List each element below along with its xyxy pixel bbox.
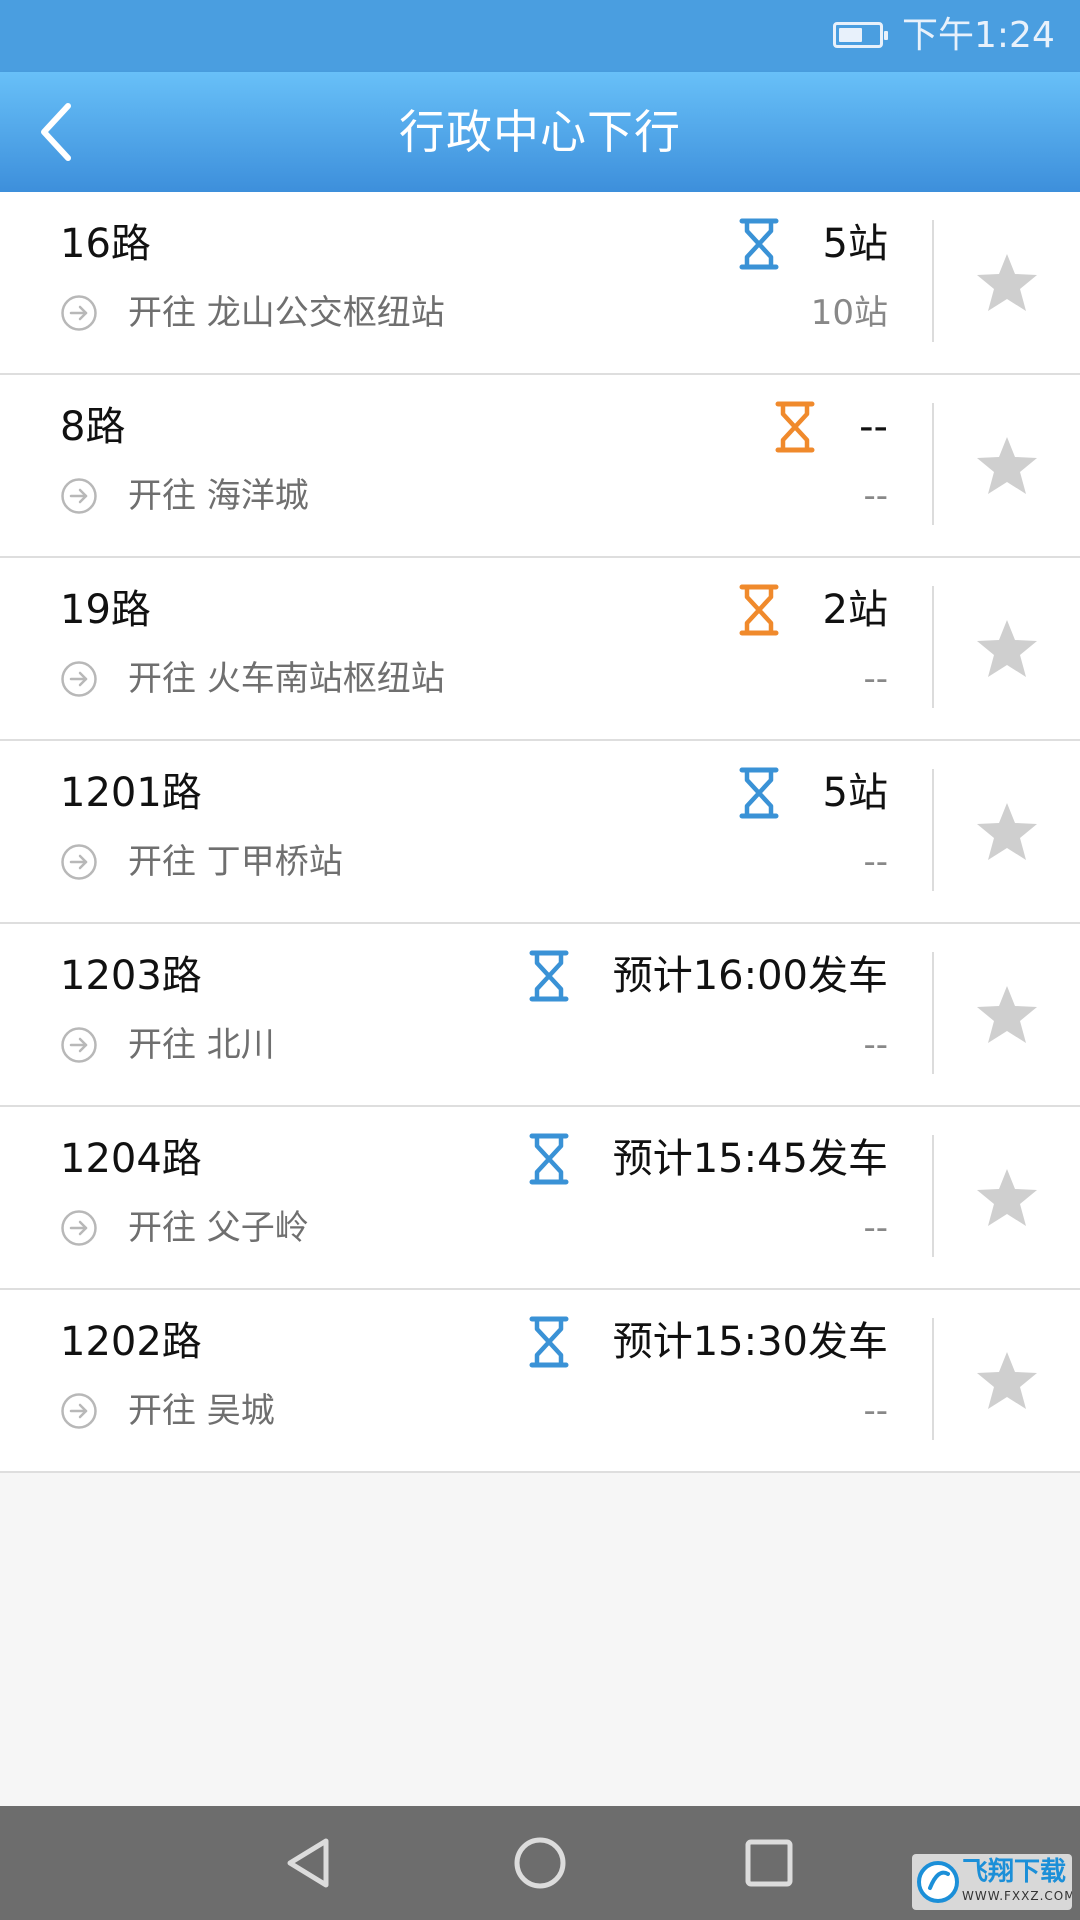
arrow-right-circle-icon xyxy=(61,295,97,331)
route-name: 1204路 xyxy=(60,1136,202,1182)
distance-text: -- xyxy=(863,842,888,882)
destination-text: 开往 父子岭 xyxy=(128,1208,309,1248)
page-title: 行政中心下行 xyxy=(399,105,681,159)
star-icon xyxy=(977,1169,1037,1226)
nav-home-button[interactable] xyxy=(510,1833,570,1893)
eta-text: 5站 xyxy=(822,770,888,816)
distance-text: -- xyxy=(863,1391,888,1431)
arrival-status: 预计16:00发车 xyxy=(527,946,888,1006)
watermark-title: 飞翔下载 xyxy=(962,1857,1067,1887)
route-name: 8路 xyxy=(60,404,126,450)
arrow-right-circle-icon xyxy=(61,1027,97,1063)
route-row[interactable]: 8路 开往 海洋城 -- -- xyxy=(0,375,1080,558)
route-row[interactable]: 1202路开往 吴城 预计15:30发车 -- xyxy=(0,1290,1080,1473)
destination-text: 开往 龙山公交枢纽站 xyxy=(128,293,445,333)
circle-home-icon xyxy=(514,1837,566,1889)
destination-text: 开往 火车南站枢纽站 xyxy=(128,659,445,699)
vertical-divider xyxy=(932,952,934,1074)
route-row[interactable]: 1204路开往 父子岭 预计15:45发车 -- xyxy=(0,1107,1080,1290)
destination-text: 开往 丁甲桥站 xyxy=(128,842,343,882)
nav-recents-button[interactable] xyxy=(739,1833,799,1893)
app-header: 行政中心下行 xyxy=(0,72,1080,192)
arrival-status: 预计15:30发车 xyxy=(527,1312,888,1372)
route-name: 1203路 xyxy=(60,953,202,999)
favorite-button[interactable] xyxy=(975,618,1039,680)
route-name: 1202路 xyxy=(60,1319,202,1365)
vertical-divider xyxy=(932,220,934,342)
watermark-logo-icon xyxy=(917,1861,959,1903)
destination-text: 开往 海洋城 xyxy=(128,476,309,516)
star-icon xyxy=(977,986,1037,1043)
vertical-divider xyxy=(932,1318,934,1440)
favorite-button[interactable] xyxy=(975,435,1039,497)
distance-text: -- xyxy=(863,1208,888,1248)
arrow-right-circle-icon xyxy=(61,1210,97,1246)
star-icon xyxy=(977,437,1037,494)
route-row[interactable]: 1203路开往 北川 预计16:00发车 -- xyxy=(0,924,1080,1107)
watermark: 飞翔下载 WWW.FXXZ.COM xyxy=(912,1854,1072,1910)
vertical-divider xyxy=(932,586,934,708)
destination-text: 开往 吴城 xyxy=(128,1391,275,1431)
favorite-button[interactable] xyxy=(975,1167,1039,1229)
square-recents-icon xyxy=(745,1839,793,1887)
hourglass-icon xyxy=(529,1133,569,1185)
route-name: 19路 xyxy=(60,587,151,633)
hourglass-icon xyxy=(529,1316,569,1368)
arrival-status: 5站 xyxy=(737,214,888,274)
route-list: 16路 开往 龙山公交枢纽站 5站 10站 8路 开往 海洋城 -- -- 19路 开往 火车南站… xyxy=(0,192,1080,1473)
vertical-divider xyxy=(932,1135,934,1257)
eta-text: 预计15:30发车 xyxy=(612,1319,888,1365)
arrival-status: -- xyxy=(773,397,888,457)
arrival-status: 5站 xyxy=(737,763,888,823)
chevron-left-icon xyxy=(41,103,71,161)
route-name: 1201路 xyxy=(60,770,202,816)
battery-icon xyxy=(833,22,888,48)
status-bar: 下午1:24 xyxy=(0,0,1080,72)
distance-text: -- xyxy=(863,476,888,516)
arrow-right-circle-icon xyxy=(61,844,97,880)
route-row[interactable]: 1201路开往 丁甲桥站 5站 -- xyxy=(0,741,1080,924)
eta-text: 预计15:45发车 xyxy=(612,1136,888,1182)
hourglass-icon xyxy=(529,950,569,1002)
distance-text: -- xyxy=(863,659,888,699)
vertical-divider xyxy=(932,769,934,891)
distance-text: 10站 xyxy=(810,293,888,333)
arrival-status: 预计15:45发车 xyxy=(527,1129,888,1189)
eta-text: 2站 xyxy=(822,587,888,633)
triangle-back-icon xyxy=(287,1838,329,1888)
hourglass-icon xyxy=(739,584,779,636)
route-row[interactable]: 16路开往 龙山公交枢纽站 5站 10站 xyxy=(0,192,1080,375)
arrival-status: 2站 xyxy=(737,580,888,640)
favorite-button[interactable] xyxy=(975,1350,1039,1412)
route-row[interactable]: 19路开往 火车南站枢纽站 2站 -- xyxy=(0,558,1080,741)
favorite-button[interactable] xyxy=(975,984,1039,1046)
destination-text: 开往 北川 xyxy=(128,1025,275,1065)
star-icon xyxy=(977,803,1037,860)
arrow-right-circle-icon xyxy=(61,1393,97,1429)
nav-back-button[interactable] xyxy=(280,1833,340,1893)
distance-text: -- xyxy=(863,1025,888,1065)
vertical-divider xyxy=(932,403,934,525)
hourglass-icon xyxy=(775,401,815,453)
status-time: 下午1:24 xyxy=(902,15,1055,56)
hourglass-icon xyxy=(739,767,779,819)
eta-text: 预计16:00发车 xyxy=(612,953,888,999)
arrow-right-circle-icon xyxy=(61,478,97,514)
watermark-url: WWW.FXXZ.COM xyxy=(962,1889,1072,1903)
hourglass-icon xyxy=(739,218,779,270)
eta-text: 5站 xyxy=(822,221,888,267)
back-button[interactable] xyxy=(30,90,114,174)
eta-text: -- xyxy=(859,404,888,450)
route-name: 16路 xyxy=(60,221,151,267)
star-icon xyxy=(977,254,1037,311)
favorite-button[interactable] xyxy=(975,252,1039,314)
star-icon xyxy=(977,1352,1037,1409)
arrow-right-circle-icon xyxy=(61,661,97,697)
star-icon xyxy=(977,620,1037,677)
favorite-button[interactable] xyxy=(975,801,1039,863)
